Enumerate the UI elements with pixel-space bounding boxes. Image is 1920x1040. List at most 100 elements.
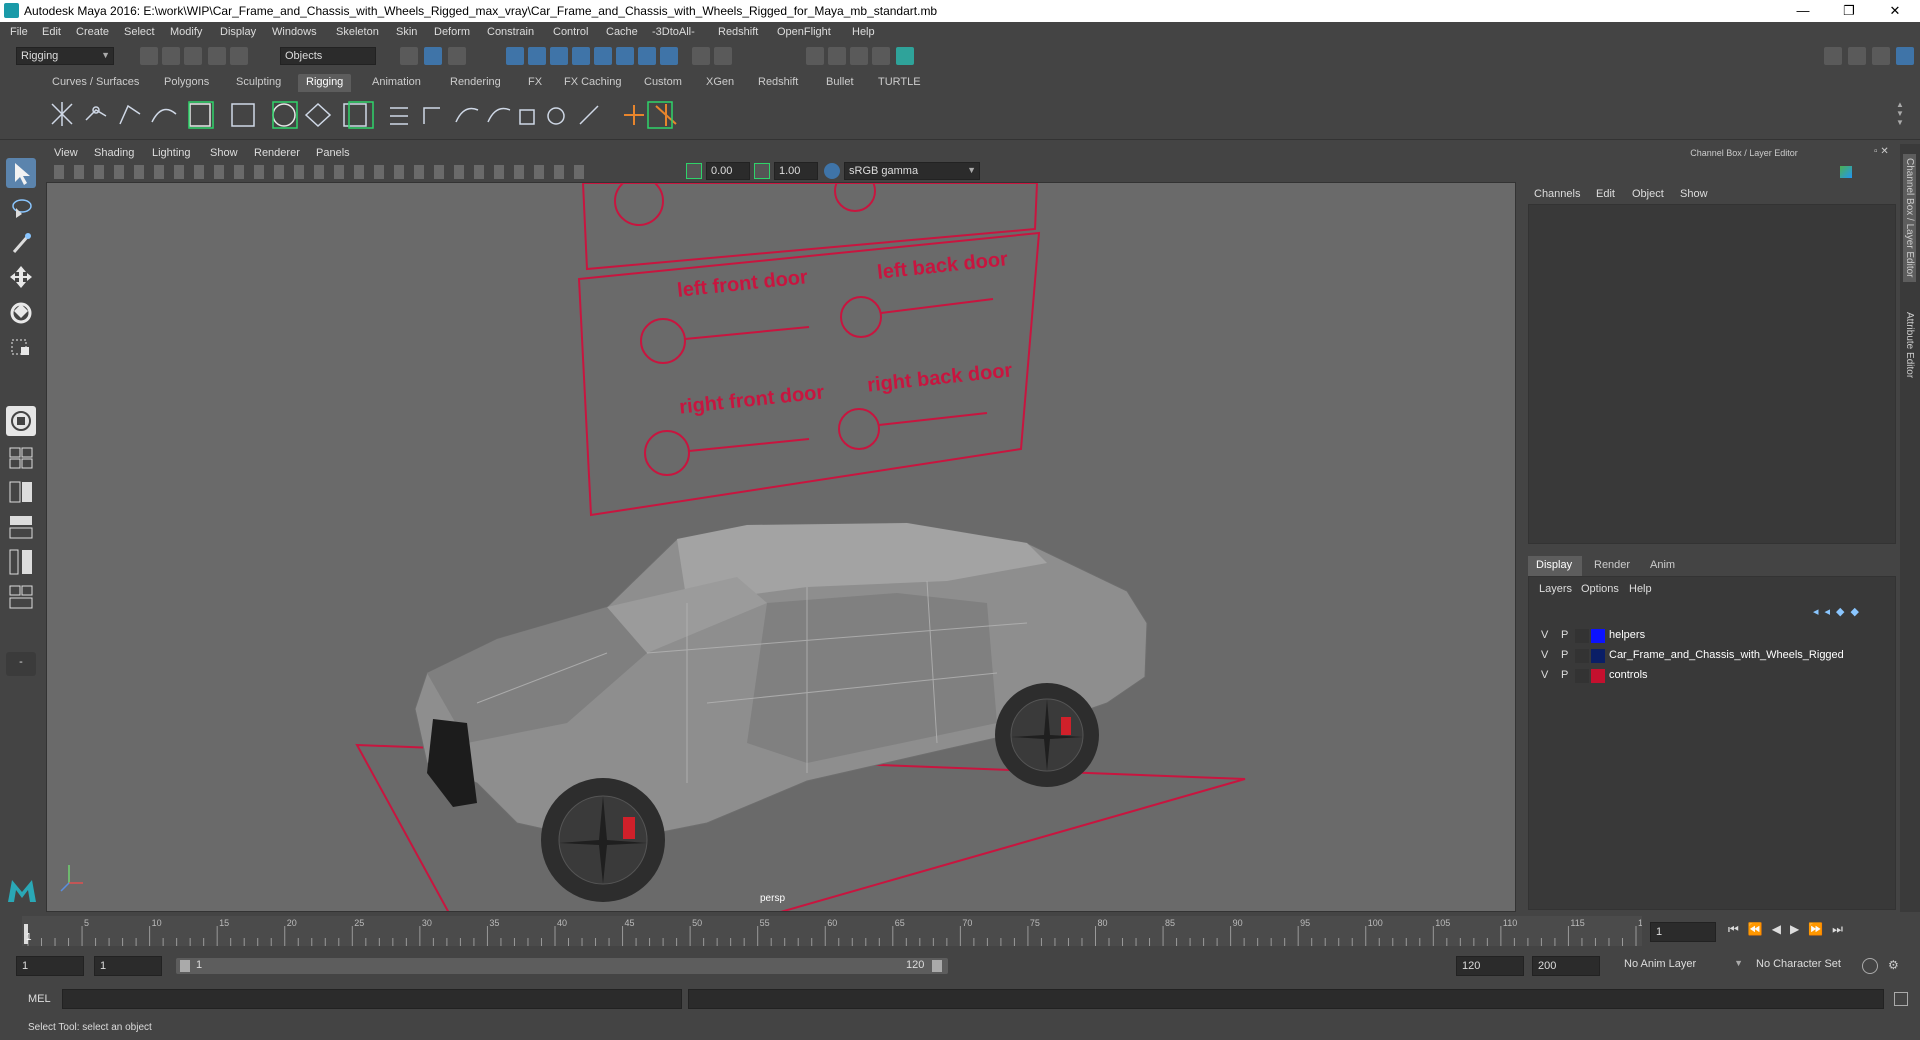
current-frame-field[interactable]: 1	[1650, 922, 1716, 942]
viewport-toolbar-icons[interactable]	[54, 165, 594, 179]
paint-weights-icon[interactable]	[423, 107, 440, 124]
tab-rigging[interactable]: Rigging	[298, 74, 352, 92]
layer-visibility-toggle[interactable]: V	[1541, 649, 1548, 661]
channel-edit-menu[interactable]: Edit	[1596, 188, 1615, 200]
select-by-component-icon[interactable]	[448, 47, 466, 65]
joint-tool-icon[interactable]	[51, 102, 73, 126]
menu-file[interactable]: File	[10, 26, 28, 38]
render-settings-icon[interactable]	[872, 47, 890, 65]
restore-button[interactable]: ❐	[1826, 2, 1872, 20]
menu-create[interactable]: Create	[76, 26, 109, 38]
menu-constrain[interactable]: Constrain	[487, 26, 534, 38]
shelf-scroll-arrows[interactable]: ▲ ▼ ▼	[1896, 100, 1910, 130]
four-view-layout-icon[interactable]	[6, 446, 36, 470]
ik-spline-icon[interactable]	[151, 108, 177, 123]
pole-vector-icon[interactable]	[579, 105, 599, 125]
snap-curve-icon[interactable]	[528, 47, 546, 65]
snap-grid-icon[interactable]	[506, 47, 524, 65]
tab-polygons[interactable]: Polygons	[156, 74, 217, 92]
bind-skin-icon[interactable]	[390, 107, 408, 125]
undo-icon[interactable]	[208, 47, 226, 65]
symmetry-icon[interactable]	[638, 47, 656, 65]
wrap-icon[interactable]	[304, 102, 332, 128]
tab-fx-caching[interactable]: FX Caching	[556, 74, 629, 92]
channel-show-menu[interactable]: Show	[1680, 188, 1708, 200]
menu-windows[interactable]: Windows	[272, 26, 317, 38]
select-mode-selector[interactable]: Objects	[280, 47, 376, 65]
layers-menu[interactable]: Layers	[1539, 583, 1572, 595]
anim-layer-dropdown[interactable]: No Anim Layer ▼	[1620, 956, 1746, 976]
toolbox-expand-icon[interactable]: -	[6, 652, 36, 676]
channel-object-menu[interactable]: Object	[1632, 188, 1664, 200]
two-view-layout-icon[interactable]	[6, 480, 36, 504]
question-icon[interactable]	[660, 47, 678, 65]
layer-color-swatch[interactable]	[1591, 669, 1605, 683]
tool-settings-icon[interactable]	[1872, 47, 1890, 65]
options-menu[interactable]: Options	[1581, 583, 1619, 595]
render-frame-icon[interactable]	[828, 47, 846, 65]
open-scene-icon[interactable]	[162, 47, 180, 65]
playback-start-field[interactable]: 1	[94, 956, 162, 976]
command-input[interactable]	[62, 989, 682, 1009]
layer-type-box[interactable]	[1575, 669, 1589, 683]
tab-bullet[interactable]: Bullet	[818, 74, 862, 92]
tab-sculpting[interactable]: Sculpting	[228, 74, 289, 92]
range-start-handle[interactable]	[180, 960, 190, 972]
channel-box-toggle-icon[interactable]	[1896, 47, 1914, 65]
tab-rendering[interactable]: Rendering	[442, 74, 509, 92]
exposure-icon[interactable]	[686, 163, 702, 179]
script-editor-icon[interactable]	[1894, 992, 1908, 1006]
minimize-button[interactable]: —	[1780, 2, 1826, 20]
paint-select-icon[interactable]	[6, 228, 36, 258]
locator-icon[interactable]	[189, 103, 211, 127]
menu-modify[interactable]: Modify	[170, 26, 202, 38]
redo-icon[interactable]	[230, 47, 248, 65]
graph-layout-icon[interactable]	[6, 548, 36, 576]
snap-live-icon[interactable]	[594, 47, 612, 65]
menu-select[interactable]: Select	[124, 26, 155, 38]
panel-menu-shading[interactable]: Shading	[94, 147, 134, 159]
move-tool-icon[interactable]	[6, 262, 36, 292]
gamma-field[interactable]: 1.00	[774, 162, 818, 180]
tab-animation[interactable]: Animation	[364, 74, 429, 92]
render-view-icon[interactable]	[806, 47, 824, 65]
channels-menu[interactable]: Channels	[1534, 188, 1580, 200]
panel-menu-show[interactable]: Show	[210, 147, 238, 159]
color-management-icon[interactable]	[824, 163, 840, 179]
panel-menu-panels[interactable]: Panels	[316, 147, 350, 159]
modeling-toolkit-icon[interactable]	[1824, 47, 1842, 65]
new-scene-icon[interactable]	[140, 47, 158, 65]
layer-row[interactable]: V P Car_Frame_and_Chassis_with_Wheels_Ri…	[1533, 647, 1889, 665]
aim-constraint-icon[interactable]	[547, 107, 565, 125]
save-scene-icon[interactable]	[184, 47, 202, 65]
range-end-handle[interactable]	[932, 960, 942, 972]
menu-skeleton[interactable]: Skeleton	[336, 26, 379, 38]
layer-playback-toggle[interactable]: P	[1561, 649, 1568, 661]
snap-point-icon[interactable]	[550, 47, 568, 65]
playback-end-field[interactable]: 120	[1456, 956, 1524, 976]
command-language-label[interactable]: MEL	[28, 993, 51, 1005]
help-menu[interactable]: Help	[1629, 583, 1652, 595]
layer-type-box[interactable]	[1575, 629, 1589, 643]
tab-redshift[interactable]: Redshift	[750, 74, 806, 92]
input-ops-icon[interactable]	[714, 47, 732, 65]
menu-edit[interactable]: Edit	[42, 26, 61, 38]
outliner-layout-icon[interactable]	[6, 514, 36, 540]
panel-menu-lighting[interactable]: Lighting	[152, 147, 191, 159]
lattice-icon[interactable]	[272, 103, 296, 127]
mode-selector[interactable]: Rigging ▼	[16, 47, 114, 65]
layer-visibility-toggle[interactable]: V	[1541, 629, 1548, 641]
gamma-icon[interactable]	[754, 163, 770, 179]
range-slider[interactable]: 1 120	[176, 958, 948, 974]
menu-skin[interactable]: Skin	[396, 26, 417, 38]
color-space-dropdown[interactable]: sRGB gamma ▼	[844, 162, 980, 180]
scale-tool-icon[interactable]	[6, 332, 36, 362]
menu-3dtoall[interactable]: -3DtoAll-	[652, 26, 695, 38]
layer-row[interactable]: V P controls	[1533, 667, 1889, 685]
channel-list-area[interactable]	[1528, 204, 1896, 544]
ipr-render-icon[interactable]	[850, 47, 868, 65]
sculpt-deformer-icon[interactable]	[343, 103, 367, 127]
character-set-dropdown[interactable]: No Character Set	[1752, 956, 1872, 976]
layer-action-icons[interactable]: ◂◂◆◆	[1813, 605, 1893, 619]
point-constraint-icon[interactable]	[487, 107, 511, 123]
